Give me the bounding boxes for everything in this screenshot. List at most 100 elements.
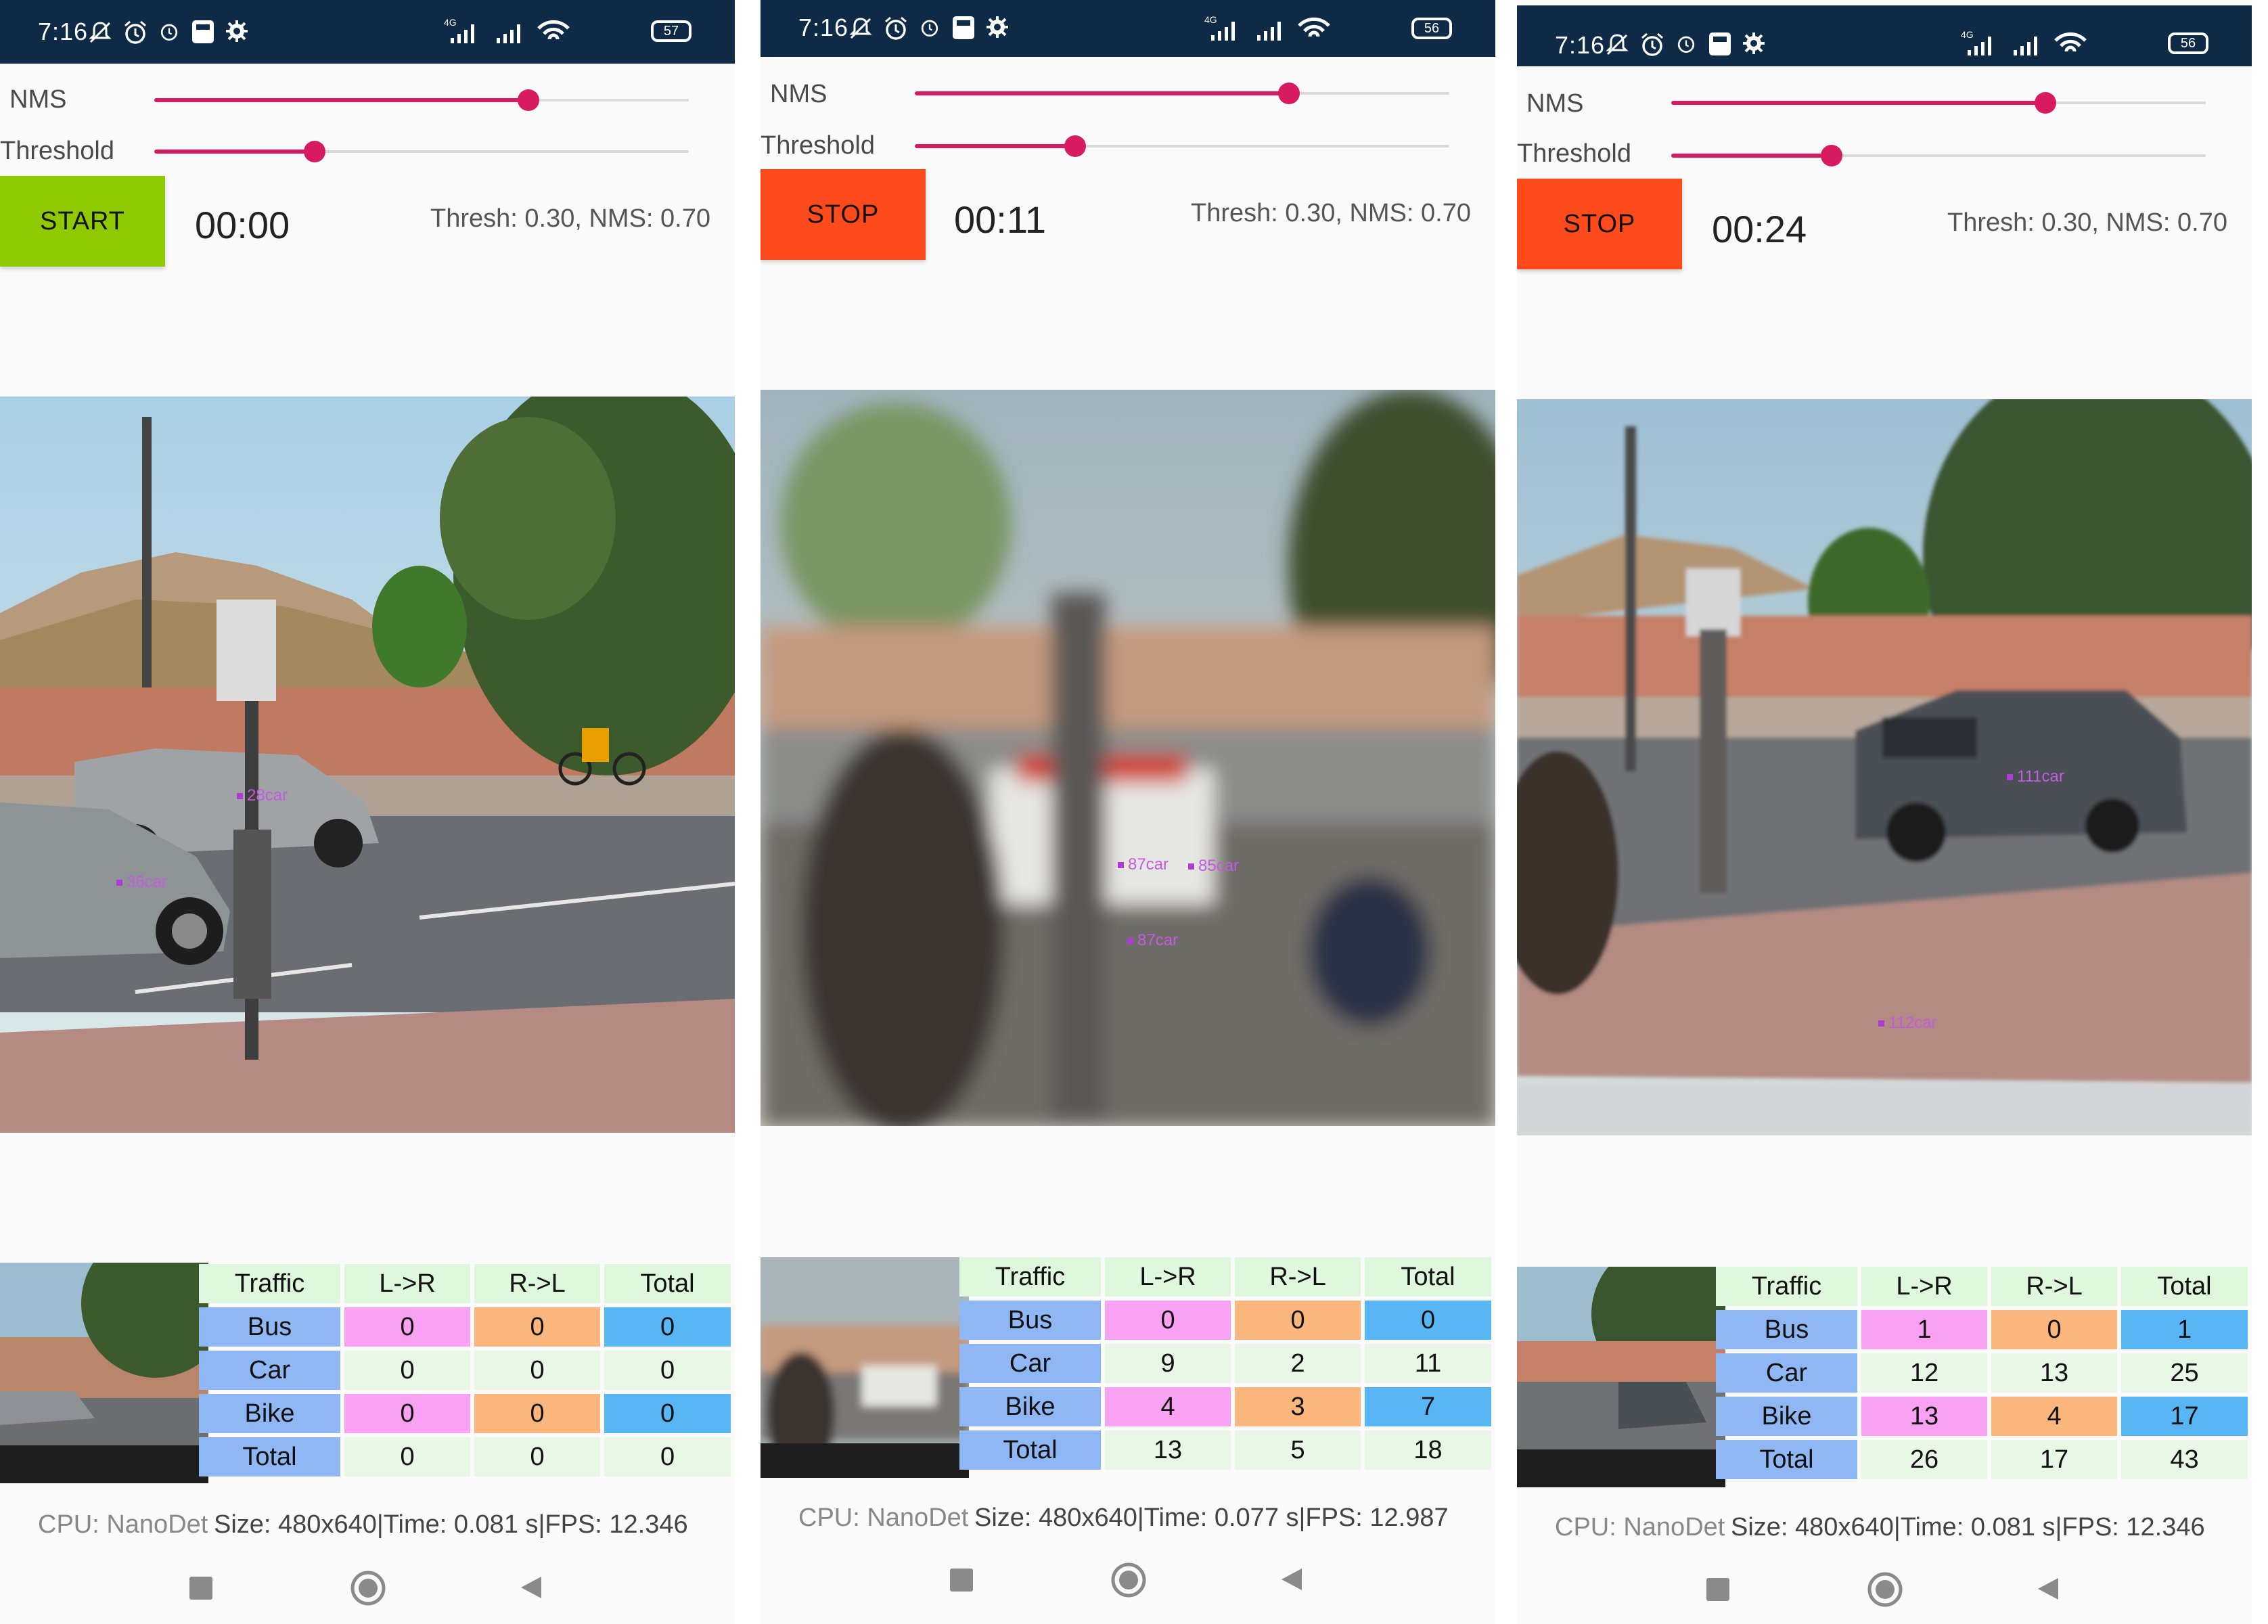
stop-button[interactable]: STOP — [761, 169, 926, 260]
nav-home-icon[interactable] — [1110, 1562, 1147, 1598]
svg-text:4G: 4G — [1961, 29, 1974, 40]
nms-slider[interactable] — [154, 87, 689, 114]
table-row-total: Total 0 0 0 — [199, 1437, 731, 1476]
threshold-slider[interactable] — [915, 133, 1449, 160]
alarm-icon — [124, 20, 146, 44]
nav-back-icon[interactable] — [1277, 1566, 1305, 1593]
column-header: L->R — [1104, 1257, 1231, 1296]
slider-thumb[interactable] — [518, 89, 539, 111]
model-label: CPU: NanoDet — [798, 1504, 969, 1532]
camera-preview: 87car 85car 87car — [761, 390, 1495, 1126]
nms-slider[interactable] — [1671, 89, 2206, 116]
battery-icon: 57 — [651, 20, 691, 42]
cell-ltr: 0 — [344, 1437, 471, 1476]
column-header: L->R — [1861, 1267, 1988, 1306]
alarm-icon — [1677, 36, 1695, 53]
cell-rtl: 5 — [1235, 1430, 1361, 1470]
nms-label: NMS — [9, 85, 67, 114]
traffic-count-table: Traffic L->R R->L Total Bus 0 0 0 Car 0 … — [195, 1260, 735, 1481]
cell-ltr: 9 — [1104, 1344, 1231, 1383]
mute-icon — [849, 18, 872, 39]
detection-label: 36car — [116, 873, 167, 892]
svg-text:4G: 4G — [1204, 14, 1217, 25]
cell-ltr: 1 — [1861, 1310, 1988, 1349]
nav-back-icon[interactable] — [2034, 1575, 2061, 1602]
table-row-car: Car 0 0 0 — [199, 1351, 731, 1390]
nav-recents-icon[interactable] — [1706, 1578, 1729, 1601]
elapsed-timer: 00:24 — [1712, 208, 1807, 250]
cell-ltr: 13 — [1104, 1430, 1231, 1470]
gallery-icon — [192, 20, 214, 43]
row-label: Total — [199, 1437, 340, 1476]
detection-label: 87car — [1118, 855, 1169, 874]
detection-label: 111car — [2007, 767, 2064, 786]
nav-recents-icon[interactable] — [950, 1569, 973, 1592]
column-header: R->L — [1991, 1267, 2118, 1306]
performance-info: Size: 480x640|Time: 0.081 s|FPS: 12.346 — [1731, 1513, 2205, 1541]
table-header-row: Traffic L->R R->L Total — [959, 1257, 1491, 1296]
status-time: 7:16 — [798, 14, 849, 41]
street-scene-blurred — [761, 390, 1495, 1126]
cell-rtl: 0 — [1235, 1301, 1361, 1340]
traffic-count-table: Traffic L->R R->L Total Bus 0 0 0 Car 9 … — [955, 1253, 1495, 1474]
cell-total: 18 — [1365, 1430, 1491, 1470]
nav-back-icon[interactable] — [517, 1574, 544, 1601]
cell-rtl: 0 — [474, 1437, 601, 1476]
nav-home-icon[interactable] — [1867, 1571, 1903, 1608]
performance-info: Size: 480x640|Time: 0.081 s|FPS: 12.346 — [214, 1510, 688, 1539]
phone-screen-3: 7:16 4G 56 NMS Threshold STOP 00:24 Thre… — [1517, 0, 2252, 1624]
battery-icon: 56 — [2168, 32, 2208, 54]
cell-total: 0 — [604, 1351, 731, 1390]
cell-total: 0 — [604, 1437, 731, 1476]
params-readout: Thresh: 0.30, NMS: 0.70 — [1947, 208, 2227, 237]
nav-home-icon[interactable] — [350, 1570, 386, 1606]
cell-rtl: 3 — [1235, 1387, 1361, 1426]
params-readout: Thresh: 0.30, NMS: 0.70 — [1191, 199, 1471, 227]
table-row-bus: Bus 0 0 0 — [959, 1301, 1491, 1340]
table-header-row: Traffic L->R R->L Total — [1716, 1267, 2248, 1306]
slider-thumb[interactable] — [1064, 135, 1086, 157]
slider-thumb[interactable] — [1278, 83, 1300, 104]
navigation-bar — [761, 1541, 1495, 1623]
camera-preview: 28car 36car — [0, 397, 735, 1133]
start-button[interactable]: START — [0, 176, 165, 267]
table-row-bike: Bike 13 4 17 — [1716, 1397, 2248, 1436]
cell-total: 17 — [2121, 1397, 2248, 1436]
column-header: Total — [1365, 1257, 1491, 1296]
cell-total: 11 — [1365, 1344, 1491, 1383]
settings-icon — [226, 20, 248, 42]
phone-screen-2: 7:16 4G 56 NMS Threshold STOP 00:11 Thre… — [761, 0, 1495, 1624]
table-row-total: Total 26 17 43 — [1716, 1440, 2248, 1479]
status-time: 7:16 — [38, 18, 89, 45]
settings-icon — [1743, 32, 1765, 54]
nms-slider[interactable] — [915, 80, 1449, 107]
status-bar: 7:16 4G 56 — [761, 0, 1495, 57]
threshold-label: Threshold — [761, 131, 875, 160]
cell-ltr: 4 — [1104, 1387, 1231, 1426]
performance-info: Size: 480x640|Time: 0.077 s|FPS: 12.987 — [974, 1504, 1449, 1532]
threshold-slider[interactable] — [1671, 142, 2206, 169]
slider-thumb[interactable] — [304, 141, 325, 162]
stop-button[interactable]: STOP — [1517, 179, 1682, 269]
cell-rtl: 2 — [1235, 1344, 1361, 1383]
navigation-bar — [0, 1550, 735, 1624]
elapsed-timer: 00:11 — [954, 198, 1046, 241]
threshold-slider[interactable] — [154, 138, 689, 165]
column-header: R->L — [1235, 1257, 1361, 1296]
status-bar: 7:16 4G 56 — [1517, 5, 2252, 66]
cell-total: 25 — [2121, 1353, 2248, 1393]
cell-total: 0 — [604, 1307, 731, 1347]
cell-rtl: 13 — [1991, 1353, 2118, 1393]
slider-thumb[interactable] — [1821, 145, 1842, 166]
status-time: 7:16 — [1555, 31, 1606, 59]
slider-fill — [154, 150, 315, 154]
svg-text:4G: 4G — [444, 17, 457, 28]
battery-level: 56 — [2180, 36, 2196, 51]
threshold-label: Threshold — [1517, 139, 1631, 168]
slider-thumb[interactable] — [2035, 92, 2056, 114]
gallery-icon — [953, 16, 974, 39]
elapsed-timer: 00:00 — [195, 204, 290, 246]
nav-recents-icon[interactable] — [189, 1577, 212, 1600]
column-header: Total — [604, 1264, 731, 1303]
row-label: Bus — [1716, 1310, 1857, 1349]
